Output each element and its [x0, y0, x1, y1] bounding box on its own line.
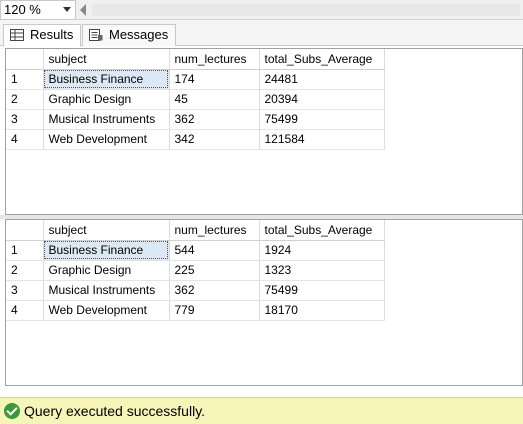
result-grid-1[interactable]: subject num_lectures total_Subs_Average …	[5, 48, 523, 215]
messages-icon	[89, 29, 103, 41]
result-table-2: subject num_lectures total_Subs_Average …	[6, 220, 385, 321]
cell-total-subs-average[interactable]: 24481	[259, 69, 385, 90]
cell-subject[interactable]: Web Development	[43, 300, 170, 321]
tab-results-label: Results	[30, 27, 74, 42]
tab-messages-label: Messages	[109, 27, 169, 42]
row-number[interactable]: 3	[6, 109, 44, 130]
cell-total-subs-average[interactable]: 75499	[259, 280, 385, 301]
cell-subject[interactable]: Graphic Design	[43, 260, 170, 281]
cell-total-subs-average[interactable]: 75499	[259, 109, 385, 130]
row-number[interactable]: 4	[6, 129, 44, 150]
status-bar: Query executed successfully.	[0, 397, 523, 424]
cell-subject[interactable]: Business Finance	[43, 69, 170, 90]
cell-total-subs-average[interactable]: 1323	[259, 260, 385, 281]
row-number[interactable]: 2	[6, 260, 44, 281]
row-number[interactable]: 2	[6, 89, 44, 110]
tab-results[interactable]: Results	[3, 24, 81, 47]
grid-icon	[10, 29, 24, 41]
cell-subject[interactable]: Graphic Design	[43, 89, 170, 110]
column-header-num-lectures[interactable]: num_lectures	[169, 49, 260, 70]
result-table-1: subject num_lectures total_Subs_Average …	[6, 49, 385, 150]
cell-num-lectures[interactable]: 45	[169, 89, 260, 110]
cell-subject[interactable]: Musical Instruments	[43, 109, 170, 130]
row-number[interactable]: 4	[6, 300, 44, 321]
row-number[interactable]: 3	[6, 280, 44, 301]
cell-subject[interactable]: Musical Instruments	[43, 280, 170, 301]
cell-total-subs-average[interactable]: 121584	[259, 129, 385, 150]
row-number[interactable]: 1	[6, 69, 44, 90]
horizontal-scrollbar[interactable]	[92, 4, 520, 16]
row-number[interactable]: 1	[6, 240, 44, 261]
table-row[interactable]: 2 Graphic Design 225 1323	[6, 260, 385, 281]
header-row: subject num_lectures total_Subs_Average	[6, 220, 385, 241]
check-circle-icon	[4, 403, 20, 419]
cell-subject[interactable]: Web Development	[43, 129, 170, 150]
table-row[interactable]: 3 Musical Instruments 362 75499	[6, 280, 385, 301]
column-header-num-lectures[interactable]: num_lectures	[169, 220, 260, 241]
result-grid-2[interactable]: subject num_lectures total_Subs_Average …	[5, 219, 523, 386]
tab-messages[interactable]: Messages	[82, 24, 176, 46]
table-row[interactable]: 2 Graphic Design 45 20394	[6, 89, 385, 110]
column-header-total-subs-average[interactable]: total_Subs_Average	[259, 220, 385, 241]
table-row[interactable]: 1 Business Finance 544 1924	[6, 240, 385, 261]
column-header-subject[interactable]: subject	[43, 220, 170, 241]
cell-num-lectures[interactable]: 544	[169, 240, 260, 261]
scroll-left-icon[interactable]	[80, 4, 86, 16]
zoom-toolbar: 120 %	[0, 0, 523, 20]
row-number-header[interactable]	[6, 49, 44, 70]
chevron-down-icon[interactable]	[63, 7, 71, 12]
cell-num-lectures[interactable]: 342	[169, 129, 260, 150]
header-row: subject num_lectures total_Subs_Average	[6, 49, 385, 70]
column-header-subject[interactable]: subject	[43, 49, 170, 70]
row-number-header[interactable]	[6, 220, 44, 241]
cell-total-subs-average[interactable]: 1924	[259, 240, 385, 261]
result-tabs: Results Messages	[0, 20, 523, 47]
cell-num-lectures[interactable]: 174	[169, 69, 260, 90]
column-header-total-subs-average[interactable]: total_Subs_Average	[259, 49, 385, 70]
cell-num-lectures[interactable]: 225	[169, 260, 260, 281]
table-row[interactable]: 3 Musical Instruments 362 75499	[6, 109, 385, 130]
cell-num-lectures[interactable]: 362	[169, 109, 260, 130]
table-row[interactable]: 4 Web Development 779 18170	[6, 300, 385, 321]
table-row[interactable]: 1 Business Finance 174 24481	[6, 69, 385, 90]
status-message: Query executed successfully.	[24, 403, 206, 419]
cell-num-lectures[interactable]: 779	[169, 300, 260, 321]
cell-total-subs-average[interactable]: 20394	[259, 89, 385, 110]
zoom-value: 120 %	[4, 2, 41, 17]
zoom-select[interactable]: 120 %	[0, 0, 76, 20]
cell-total-subs-average[interactable]: 18170	[259, 300, 385, 321]
cell-num-lectures[interactable]: 362	[169, 280, 260, 301]
table-row[interactable]: 4 Web Development 342 121584	[6, 129, 385, 150]
cell-subject[interactable]: Business Finance	[43, 240, 170, 261]
